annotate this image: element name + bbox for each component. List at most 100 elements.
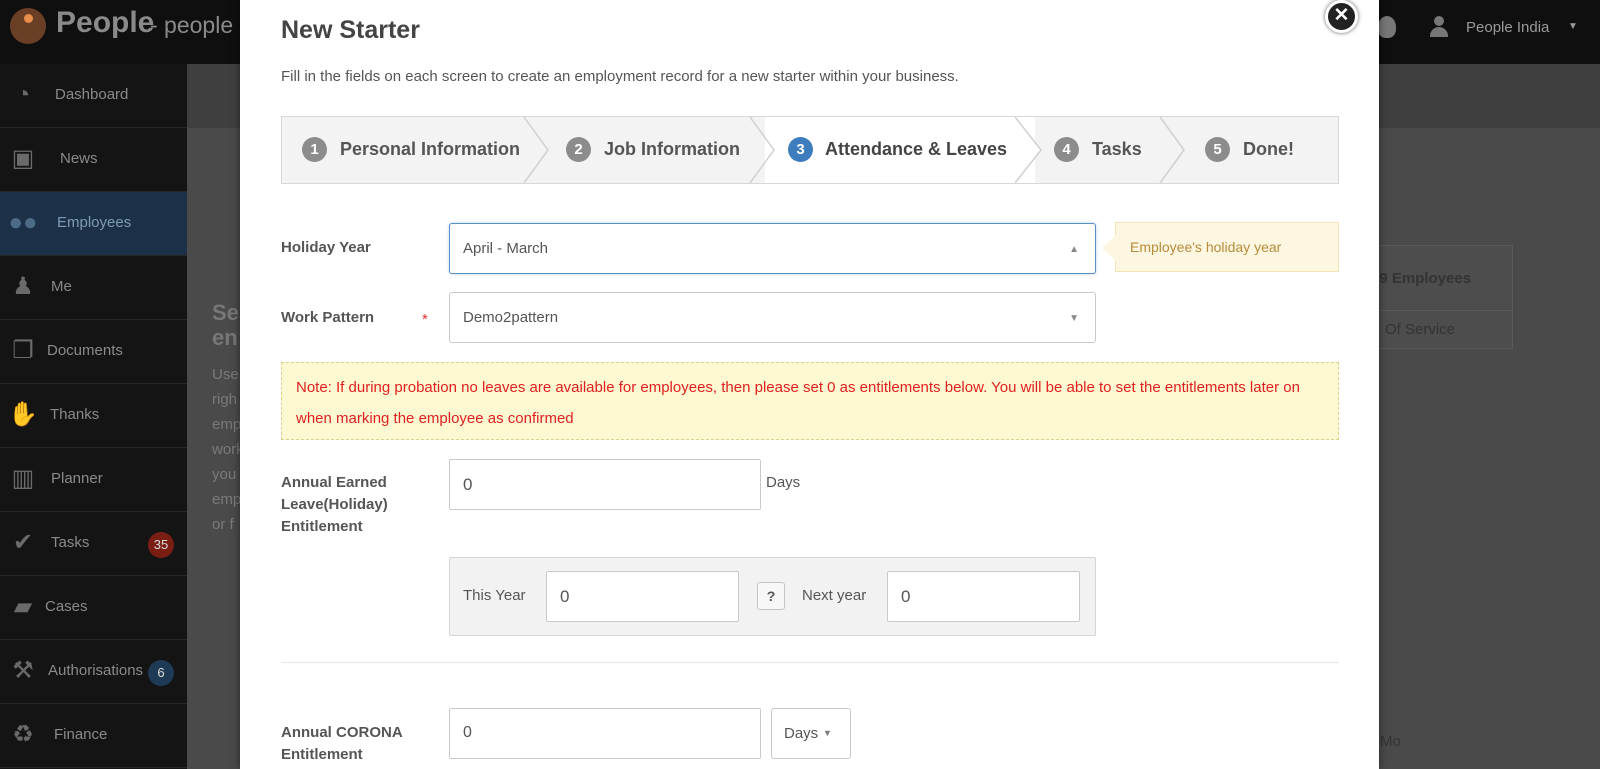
step-label: Done! (1243, 139, 1294, 159)
sidebar-item-tasks[interactable]: ✔ Tasks 35 (0, 512, 187, 576)
step-label: Attendance & Leaves (825, 139, 1008, 159)
documents-icon: ❐ (12, 337, 34, 364)
step-separator-icon (523, 117, 549, 183)
check-icon: ✔ (12, 529, 34, 556)
wizard-steps: 1 Personal Information 2 Job Information… (281, 116, 1339, 184)
user-menu-name[interactable]: People India (1466, 19, 1549, 36)
tooltip-text: Employee's holiday year (1130, 239, 1282, 255)
chevron-up-icon: ▲ (1069, 244, 1079, 255)
step-number: 1 (302, 137, 327, 162)
user-avatar-icon[interactable] (1428, 16, 1450, 38)
tasks-count-badge: 35 (148, 532, 174, 558)
holiday-year-label: Holiday Year (281, 239, 371, 256)
step-separator-icon (1159, 117, 1185, 183)
sidebar-item-label: Authorisations (48, 662, 144, 679)
sidebar-item-thanks[interactable]: ✋ Thanks (0, 384, 187, 448)
input-value: 0 (463, 724, 472, 741)
sidebar-item-planner[interactable]: ▥ Planner (0, 448, 187, 512)
next-year-input[interactable]: 0 (887, 571, 1080, 622)
sidebar-item-label: Tasks (51, 534, 90, 551)
planner-icon: ▥ (11, 465, 35, 492)
annual-corona-label: Annual CORONA Entitlement (281, 724, 403, 763)
wizard-step-done[interactable]: 5 Done! (1187, 117, 1337, 183)
step-separator-icon (1015, 117, 1042, 183)
wizard-step-tasks[interactable]: 4 Tasks (1044, 117, 1164, 183)
work-pattern-value: Demo2pattern (463, 309, 559, 326)
work-pattern-label: Work Pattern (281, 309, 375, 326)
chevron-down-icon[interactable]: ▼ (1568, 21, 1578, 32)
work-pattern-select[interactable]: Demo2pattern ▼ (449, 292, 1096, 343)
required-indicator: * (422, 311, 428, 328)
this-year-label: This Year (463, 587, 526, 604)
sidebar-item-authorisations[interactable]: ⚒ Authorisations 6 (0, 640, 187, 704)
sidebar-item-label: Employees (57, 214, 132, 231)
days-unit-label: Days (766, 474, 801, 491)
sidebar-item-finance[interactable]: ♻ Finance (0, 704, 187, 768)
user-icon: ♟ (12, 273, 34, 300)
holiday-year-value: April - March (463, 240, 549, 257)
wizard-step-attendance[interactable]: 3 Attendance & Leaves (777, 117, 1027, 183)
holiday-year-select[interactable]: April - March ▲ (449, 223, 1096, 274)
wizard-step-job[interactable]: 2 Job Information (552, 117, 752, 183)
sidebar-item-label: Cases (45, 598, 88, 615)
sidebar-item-employees[interactable]: ●● Employees (0, 192, 187, 256)
step-number: 3 (788, 137, 813, 162)
this-year-input[interactable]: 0 (546, 571, 739, 622)
wizard-step-personal[interactable]: 1 Personal Information (282, 117, 522, 183)
sidebar-item-label: Finance (54, 726, 108, 743)
step-label: Personal Information (340, 139, 521, 159)
step-number: 4 (1054, 137, 1079, 162)
employees-summary-panel: 59 Employees Of Service (1360, 245, 1513, 349)
column-label: Of Service (1385, 321, 1456, 338)
logo-icon (10, 8, 46, 44)
corona-unit-dropdown[interactable]: Days ▼ (771, 708, 851, 759)
column-header: Of Service (1361, 310, 1512, 348)
sidebar-item-label: Me (51, 278, 72, 295)
new-starter-modal: New Starter Fill in the fields on each s… (240, 0, 1379, 769)
users-icon: ●● (8, 209, 38, 236)
unit-value: Days (784, 725, 819, 742)
sidebar-item-me[interactable]: ♟ Me (0, 256, 187, 320)
input-value: 0 (463, 475, 473, 494)
step-label: Job Information (604, 139, 740, 159)
input-value: 0 (560, 587, 570, 606)
sidebar-item-label: Planner (51, 470, 103, 487)
holiday-year-tooltip: Employee's holiday year (1102, 222, 1339, 272)
chevron-down-icon: ▼ (823, 728, 832, 738)
hammer-icon: ⚒ (12, 657, 34, 684)
step-number: 2 (566, 137, 591, 162)
background-cell: Mo (1380, 733, 1401, 750)
step-separator-icon (749, 117, 775, 183)
finance-icon: ♻ (12, 721, 34, 748)
employee-count: 59 Employees (1371, 270, 1472, 287)
sidebar-item-news[interactable]: ▣ News (0, 128, 187, 192)
chevron-down-icon: ▼ (1069, 313, 1079, 324)
lightbulb-icon[interactable] (1378, 16, 1396, 38)
sidebar-item-documents[interactable]: ❐ Documents (0, 320, 187, 384)
note-text: Note: If during probation no leaves are … (296, 379, 1300, 427)
next-year-label: Next year (802, 587, 867, 604)
dashboard-icon: ◔ (15, 81, 31, 108)
modal-title: New Starter (281, 16, 420, 44)
tv-icon: ▣ (11, 145, 35, 172)
step-label: Tasks (1092, 139, 1142, 159)
authorisations-count-badge: 6 (148, 660, 174, 686)
section-divider (281, 662, 1339, 663)
probation-note: Note: If during probation no leaves are … (281, 362, 1339, 440)
sidebar: ◔ Dashboard ▣ News ●● Employees ♟ Me ❐ D… (0, 64, 187, 769)
sidebar-item-dashboard[interactable]: ◔ Dashboard (0, 64, 187, 128)
input-value: 0 (901, 587, 911, 606)
sidebar-item-label: Thanks (50, 406, 100, 423)
close-button[interactable]: ✕ (1325, 0, 1358, 33)
folder-icon: ▰ (13, 593, 33, 620)
modal-description: Fill in the fields on each screen to cre… (281, 68, 959, 85)
annual-earned-leave-input[interactable]: 0 (449, 459, 761, 510)
sidebar-item-label: Documents (47, 342, 123, 359)
sidebar-item-cases[interactable]: ▰ Cases (0, 576, 187, 640)
help-button[interactable]: ? (757, 582, 785, 610)
annual-earned-leave-label: Annual Earned Leave(Holiday) Entitlement (281, 474, 388, 535)
logo-text: People (56, 6, 155, 39)
company-name: - people (150, 12, 234, 38)
step-number: 5 (1205, 137, 1230, 162)
annual-corona-input[interactable]: 0 (449, 708, 761, 759)
